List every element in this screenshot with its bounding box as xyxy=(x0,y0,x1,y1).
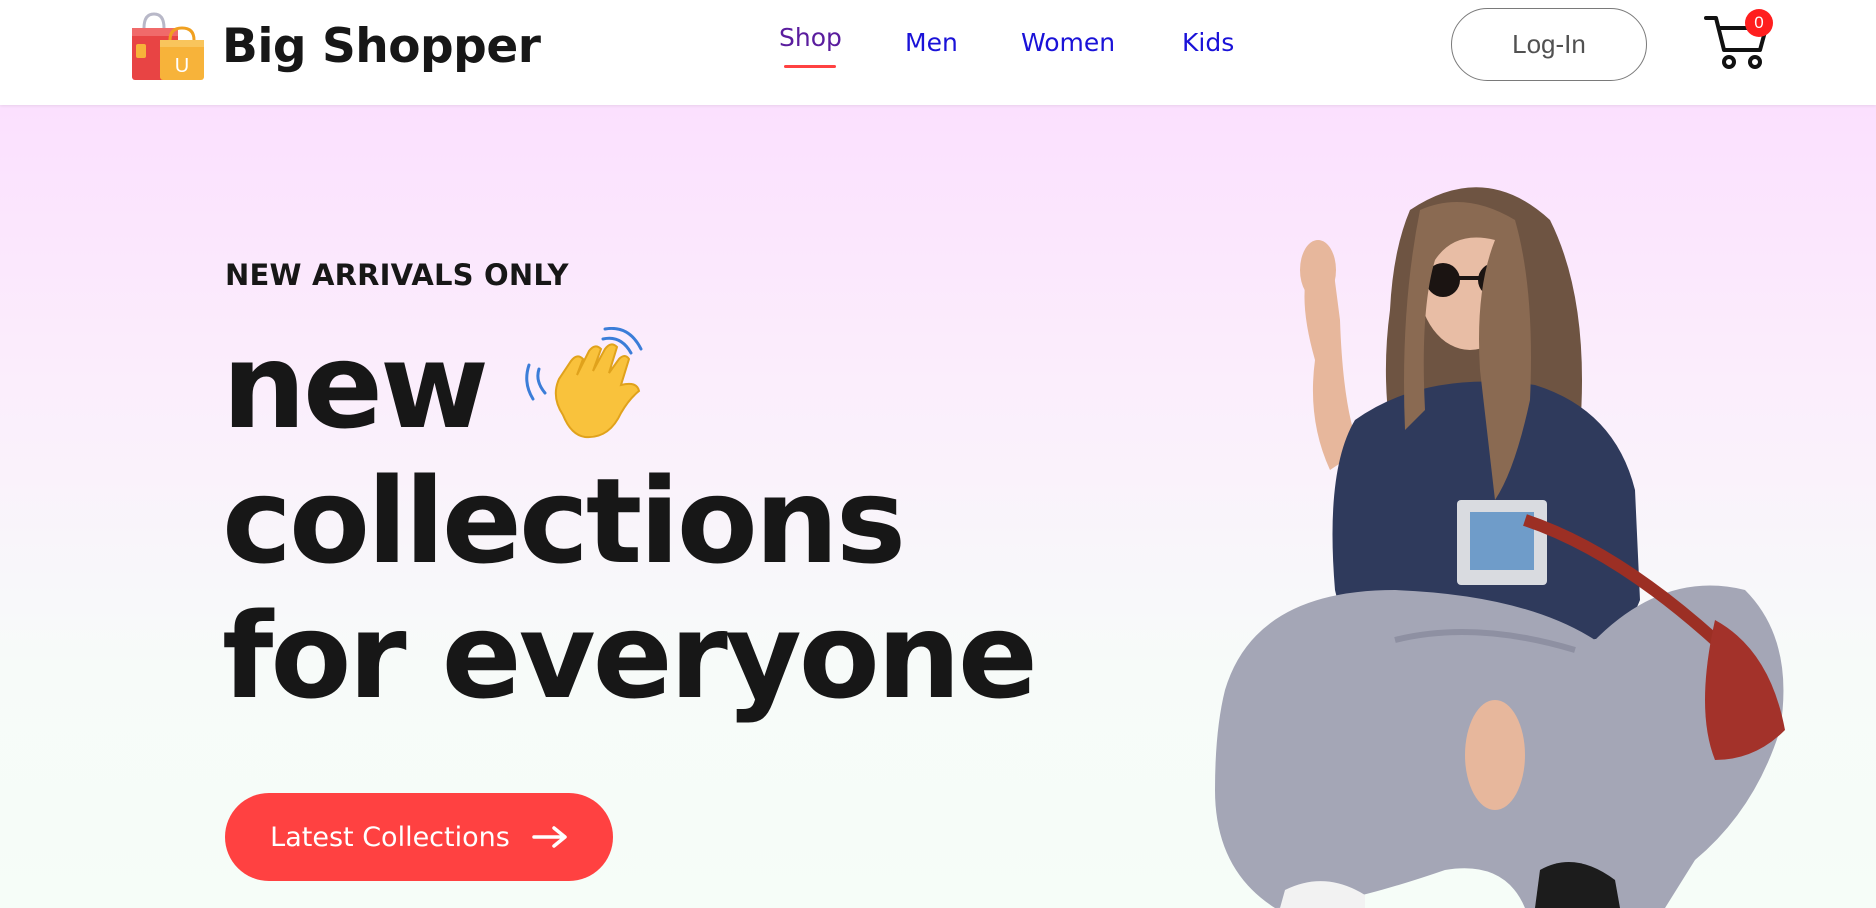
cart-count-badge: 0 xyxy=(1745,9,1773,37)
hero-headline-line-2: collections xyxy=(222,452,906,590)
nav-item-women[interactable]: Women xyxy=(1021,30,1115,55)
active-underline xyxy=(784,65,837,68)
latest-collections-button[interactable]: Latest Collections xyxy=(225,793,613,881)
nav-item-label: Kids xyxy=(1182,28,1235,57)
waving-hand-icon xyxy=(525,327,643,439)
nav-item-kids[interactable]: Kids xyxy=(1182,30,1234,55)
nav-item-men[interactable]: Men xyxy=(905,30,958,55)
nav-item-label: Shop xyxy=(779,23,842,52)
nav-item-label: Men xyxy=(905,28,958,57)
login-button[interactable]: Log-In xyxy=(1451,8,1647,81)
hero-eyebrow: NEW ARRIVALS ONLY xyxy=(225,258,569,292)
hero-headline-line-1: new xyxy=(222,317,489,455)
model-photo xyxy=(1215,187,1785,908)
nav-item-label: Women xyxy=(1021,28,1116,57)
cta-label: Latest Collections xyxy=(270,821,510,853)
nav-item-shop[interactable]: Shop xyxy=(779,23,842,68)
arrow-right-icon xyxy=(532,826,567,848)
hero-section: NEW ARRIVALS ONLY new collections for ev… xyxy=(0,105,1876,908)
navbar: U Big Shopper Shop Men Women Kids Log-In… xyxy=(0,0,1876,105)
hero-headline-line-3: for everyone xyxy=(222,587,1038,725)
